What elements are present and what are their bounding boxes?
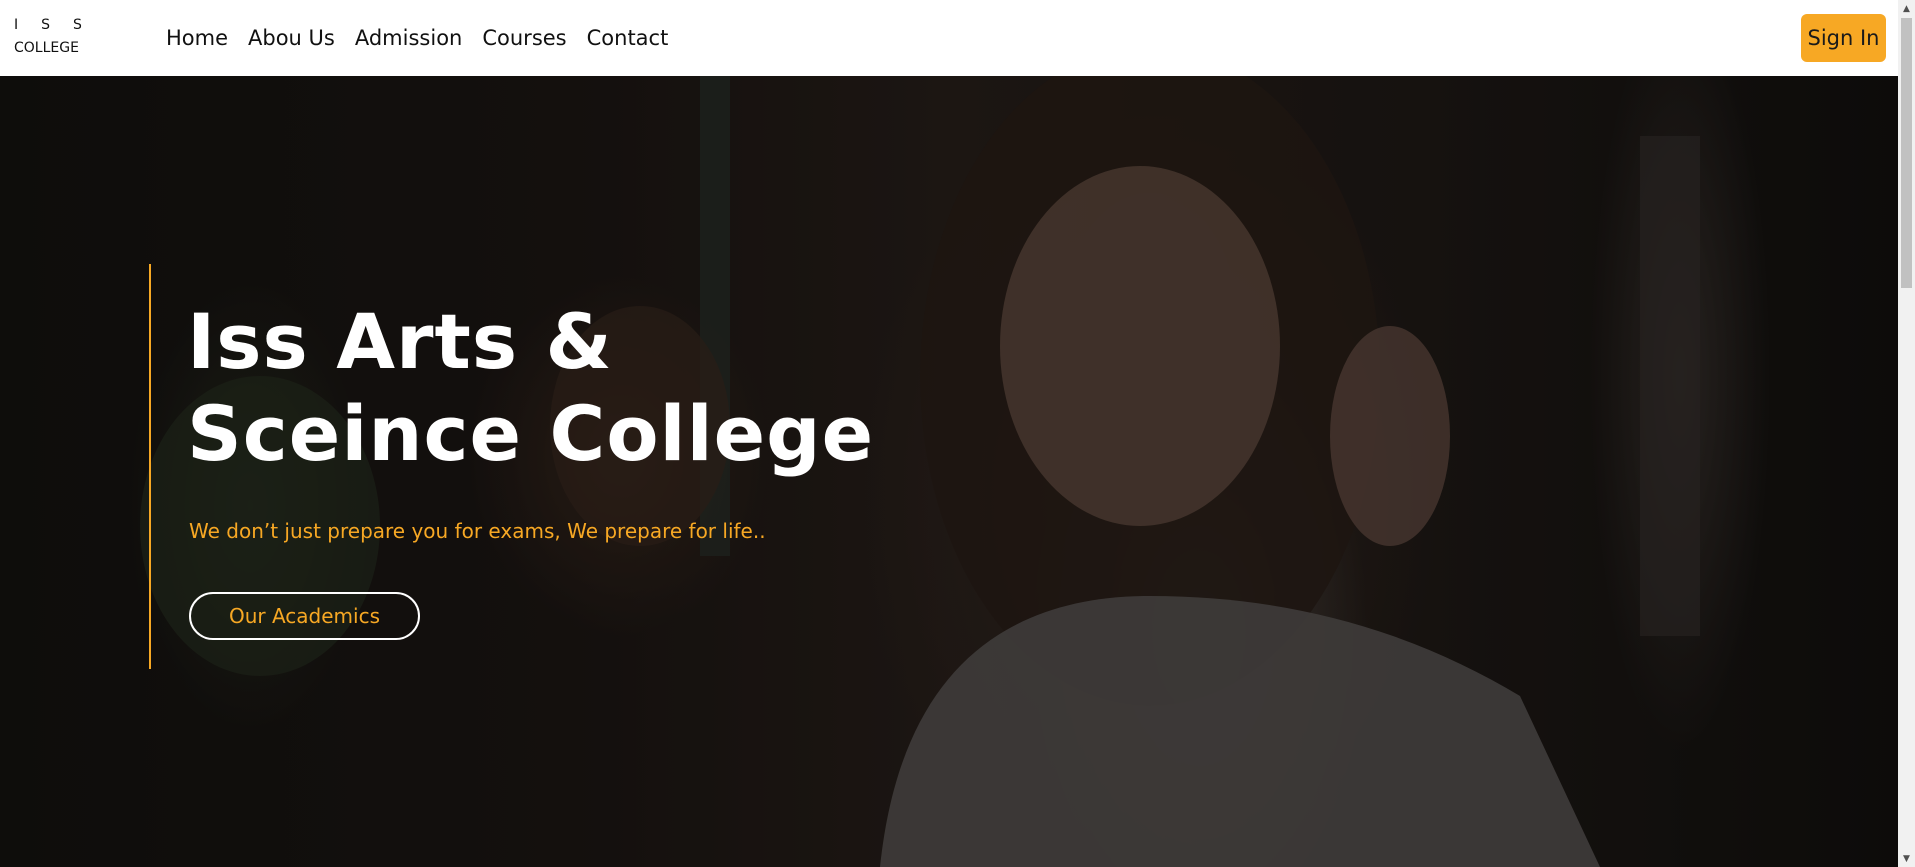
page-scrollbar[interactable]: ▲ ▼ [1898,0,1915,867]
hero-section: Iss Arts & Sceince College We don’t just… [0,76,1898,867]
accent-divider [149,264,151,669]
logo-letters: I S S [14,16,94,34]
logo-letter: I [14,17,20,33]
scroll-up-icon[interactable]: ▲ [1898,0,1915,17]
hero-subtitle: We don’t just prepare you for exams, We … [189,519,766,543]
scrollbar-thumb[interactable] [1901,18,1912,288]
sign-in-button[interactable]: Sign In [1801,14,1886,62]
logo-letter: S [73,17,83,33]
scroll-down-icon[interactable]: ▼ [1898,850,1915,867]
nav-item-about[interactable]: Abou Us [248,24,335,52]
nav-item-admission[interactable]: Admission [355,24,463,52]
main-nav: Home Abou Us Admission Courses Contact [166,24,668,52]
nav-item-courses[interactable]: Courses [482,24,566,52]
site-logo[interactable]: I S S COLLEGE [14,16,94,58]
hero-title: Iss Arts & Sceince College [187,297,875,478]
site-header: I S S COLLEGE Home Abou Us Admission Cou… [0,0,1898,76]
nav-item-home[interactable]: Home [166,24,228,52]
logo-subtitle: COLLEGE [14,40,79,56]
our-academics-button[interactable]: Our Academics [189,592,420,640]
nav-item-contact[interactable]: Contact [587,24,669,52]
logo-letter: S [41,17,52,33]
